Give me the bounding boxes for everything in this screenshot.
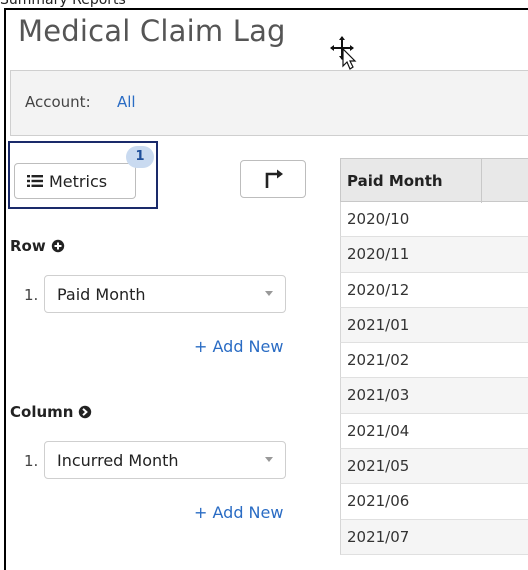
pivot-table: Paid Month 2020/10 2020/11 2020/12 2021/01 2… <box>340 158 528 555</box>
page-title: Medical Claim Lag <box>18 14 286 48</box>
column-field-value: Incurred Month <box>57 450 179 470</box>
column-label: Column <box>10 403 74 421</box>
column-add-new-link[interactable]: + Add New <box>194 503 283 522</box>
circle-arrow-right-icon[interactable] <box>78 405 92 419</box>
table-row: 2020/10 <box>340 202 528 238</box>
column-field-select[interactable]: Incurred Month <box>44 441 286 479</box>
table-row: 2021/02 <box>340 343 528 379</box>
table-cell-paid-month: 2020/12 <box>347 280 410 299</box>
list-icon <box>27 175 43 187</box>
table-row: 2021/01 <box>340 307 528 344</box>
row-add-new-link[interactable]: + Add New <box>194 337 283 356</box>
table-cell-paid-month: 2021/06 <box>347 492 410 511</box>
column-item-number: 1. <box>24 452 39 470</box>
chevron-down-icon <box>265 457 273 462</box>
row-section-label: Row <box>10 237 65 255</box>
table-row: 2021/06 <box>340 484 528 520</box>
row-item-number: 1. <box>24 286 39 304</box>
metrics-button-label: Metrics <box>49 171 108 191</box>
table-row: 2020/12 <box>340 272 528 308</box>
chevron-down-icon <box>265 291 273 296</box>
header-divider <box>481 159 482 203</box>
table-row: 2021/04 <box>340 413 528 450</box>
row-field-value: Paid Month <box>57 284 146 304</box>
table-cell-paid-month: 2021/05 <box>347 457 410 476</box>
account-filter-bar: Account: All <box>10 70 528 136</box>
table-cell-paid-month: 2021/01 <box>347 315 410 334</box>
table-cell-paid-month: 2021/07 <box>347 527 410 546</box>
account-value-link[interactable]: All <box>117 93 136 111</box>
metrics-count-badge: 1 <box>126 146 154 168</box>
table-row: 2021/07 <box>340 519 528 555</box>
row-field-select[interactable]: Paid Month <box>44 275 286 313</box>
table-cell-paid-month: 2021/03 <box>347 386 410 405</box>
table-cell-paid-month: 2020/11 <box>347 245 410 264</box>
pivot-arrow-icon <box>265 169 283 188</box>
column-section-label: Column <box>10 403 92 421</box>
table-row: 2021/03 <box>340 378 528 414</box>
table-row: 2021/05 <box>340 449 528 485</box>
breadcrumb-cut: Summary Reports <box>0 0 126 8</box>
circle-plus-icon[interactable] <box>51 239 65 253</box>
column-header-paid-month[interactable]: Paid Month <box>347 172 443 190</box>
account-label: Account: <box>25 93 91 111</box>
table-row: 2020/11 <box>340 237 528 273</box>
table-cell-paid-month: 2021/04 <box>347 421 410 440</box>
pivot-swap-button[interactable] <box>240 160 306 198</box>
metrics-button[interactable]: Metrics <box>14 163 136 199</box>
table-cell-paid-month: 2020/10 <box>347 210 410 228</box>
table-cell-paid-month: 2021/02 <box>347 351 410 370</box>
move-cursor-icon <box>330 36 357 70</box>
row-label: Row <box>10 237 46 255</box>
table-header: Paid Month <box>340 158 528 203</box>
